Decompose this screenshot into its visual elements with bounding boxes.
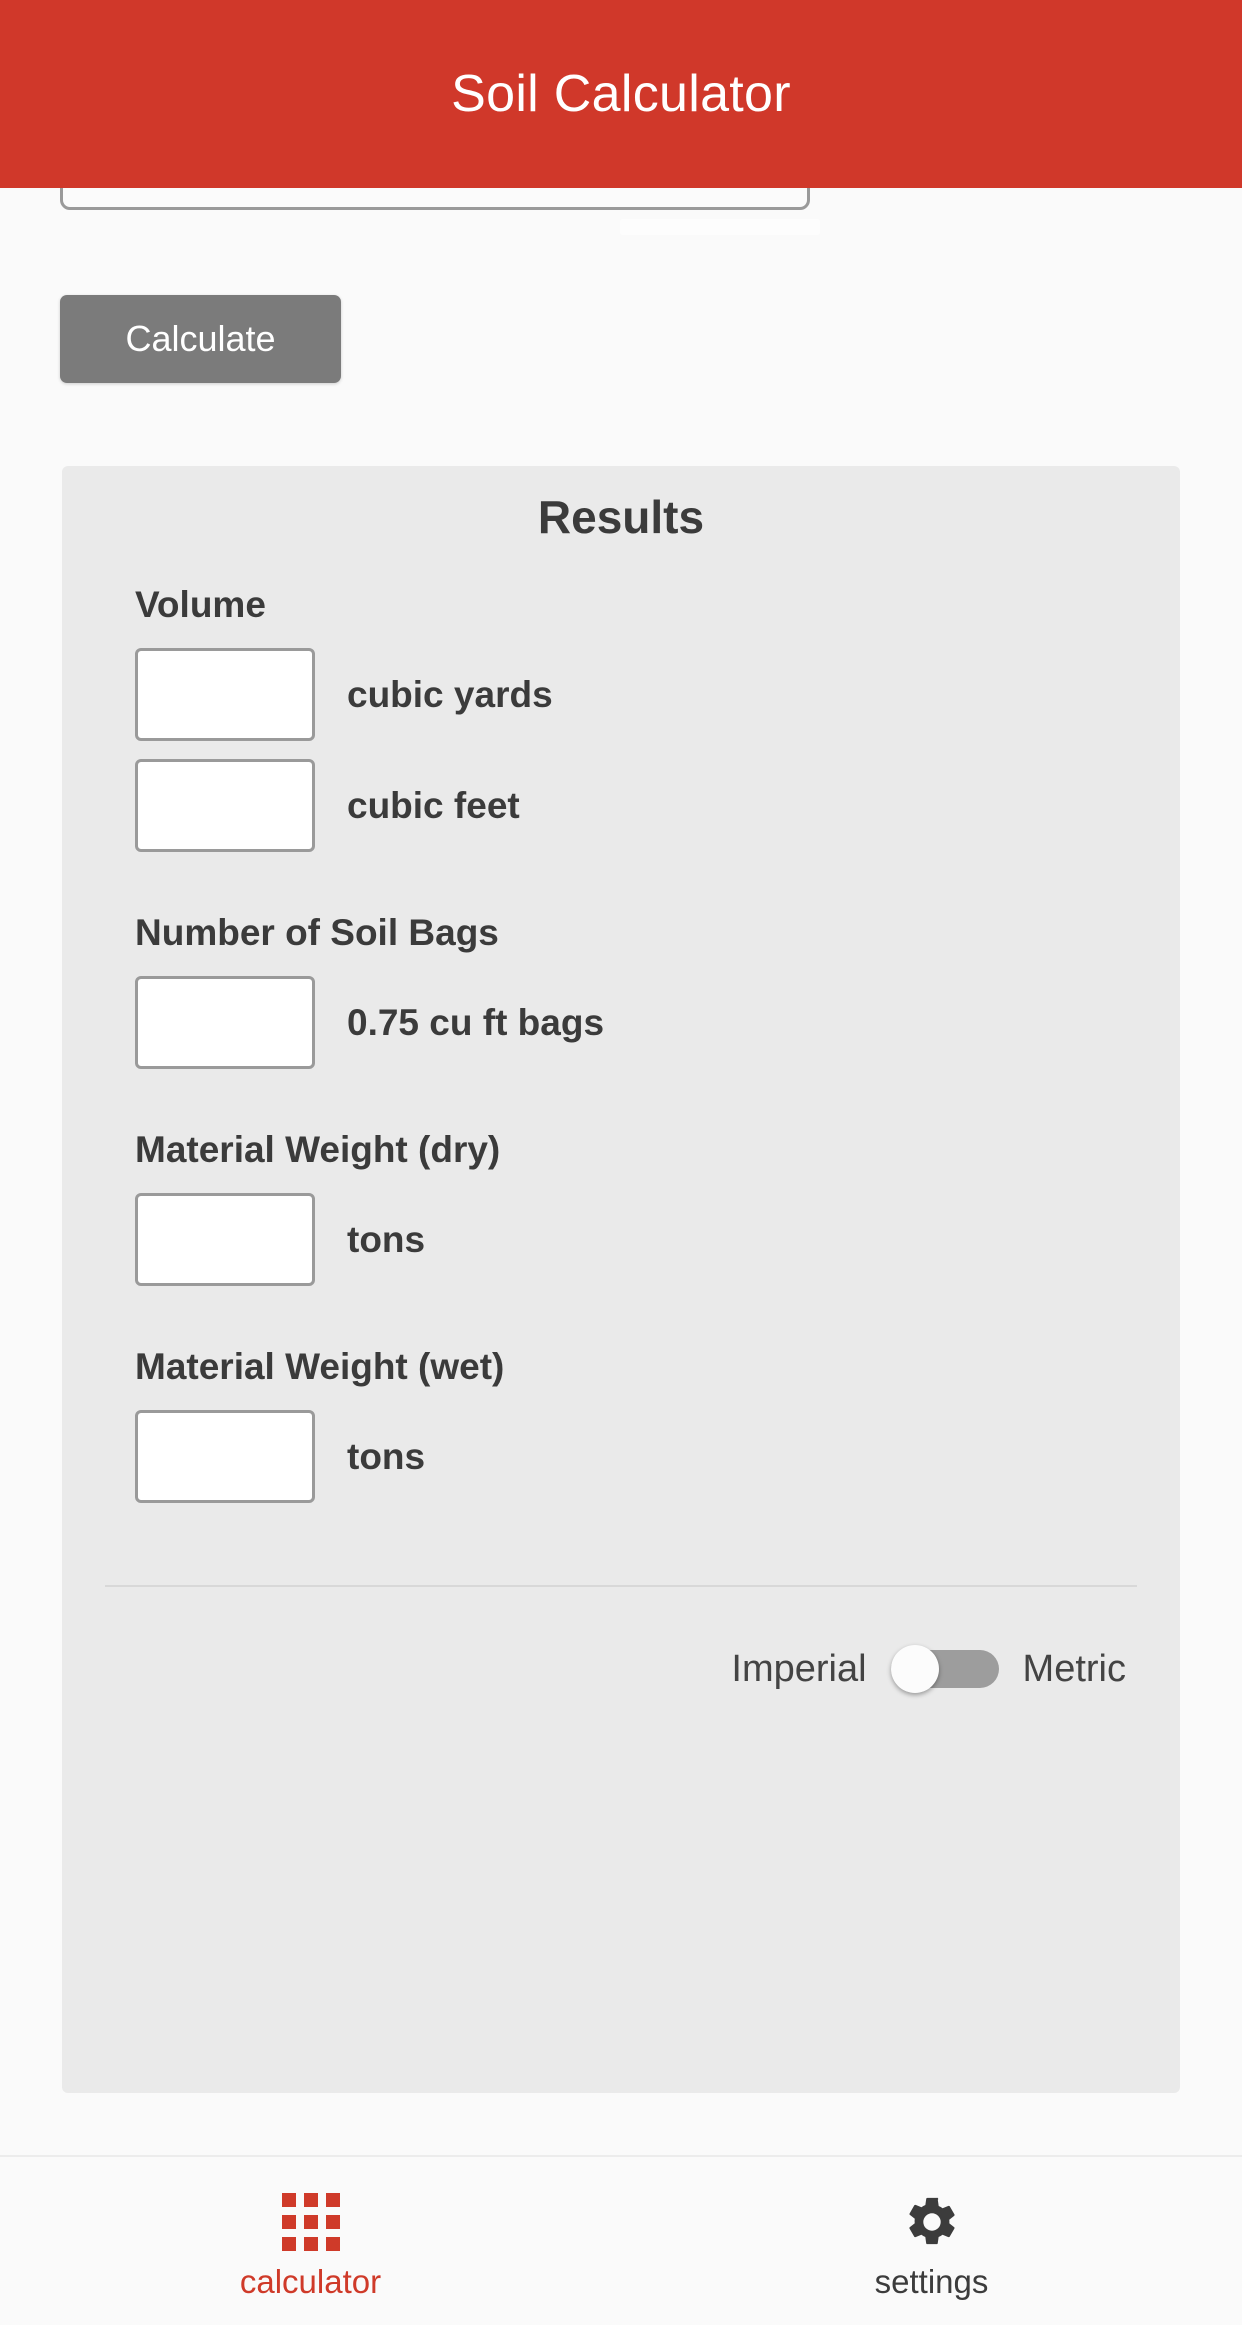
scroll-content: Calculate Results Volume cubic yards cub… bbox=[0, 0, 1242, 2155]
gear-icon bbox=[903, 2191, 961, 2253]
results-panel: Results Volume cubic yards cubic feet Nu… bbox=[62, 466, 1180, 2093]
result-unit-label: cubic feet bbox=[347, 785, 520, 826]
bottom-navigation-bar: calculator settings bbox=[0, 2155, 1242, 2325]
unit-system-toggle-row: Imperial Metric bbox=[62, 1645, 1180, 1693]
toggle-knob[interactable] bbox=[890, 1645, 939, 1693]
result-input-cubic-yards[interactable] bbox=[135, 648, 315, 741]
result-unit-label: tons bbox=[347, 1219, 426, 1260]
result-row-soil-bags: 0.75 cu ft bags bbox=[135, 976, 1140, 1069]
result-input-cubic-feet[interactable] bbox=[135, 759, 315, 852]
results-section-volume: Volume cubic yards cubic feet bbox=[135, 586, 1140, 852]
app-header: Soil Calculator bbox=[0, 0, 1242, 188]
page-title: Soil Calculator bbox=[451, 65, 791, 123]
results-section-weight-wet: Material Weight (wet) tons bbox=[135, 1348, 1140, 1503]
results-section-soil-bags: Number of Soil Bags 0.75 cu ft bags bbox=[135, 914, 1140, 1069]
result-unit-label: cubic yards bbox=[347, 674, 553, 715]
unit-label-imperial[interactable]: Imperial bbox=[731, 1650, 866, 1688]
results-section-weight-dry: Material Weight (dry) tons bbox=[135, 1131, 1140, 1286]
section-label: Number of Soil Bags bbox=[135, 912, 499, 953]
unit-label-metric[interactable]: Metric bbox=[1023, 1650, 1126, 1688]
nav-tab-settings[interactable]: settings bbox=[621, 2157, 1242, 2325]
result-input-weight-dry[interactable] bbox=[135, 1193, 315, 1286]
grid-keypad-icon bbox=[281, 2191, 340, 2253]
divider bbox=[105, 1585, 1137, 1587]
result-input-weight-wet[interactable] bbox=[135, 1410, 315, 1503]
calculate-button[interactable]: Calculate bbox=[60, 295, 341, 383]
result-unit-label: tons bbox=[347, 1436, 426, 1477]
result-row-cubic-feet: cubic feet bbox=[135, 759, 1140, 852]
nav-tab-calculator[interactable]: calculator bbox=[0, 2157, 621, 2325]
ghost-helper-text bbox=[620, 219, 820, 235]
unit-system-toggle[interactable] bbox=[890, 1645, 999, 1693]
section-label: Material Weight (dry) bbox=[135, 1129, 501, 1170]
section-label: Volume bbox=[135, 584, 266, 625]
result-row-weight-dry: tons bbox=[135, 1193, 1140, 1286]
result-unit-label: 0.75 cu ft bags bbox=[347, 1002, 605, 1043]
results-title: Results bbox=[537, 491, 705, 543]
nav-tab-label: settings bbox=[874, 2262, 989, 2300]
result-row-weight-wet: tons bbox=[135, 1410, 1140, 1503]
result-input-soil-bags[interactable] bbox=[135, 976, 315, 1069]
result-row-cubic-yards: cubic yards bbox=[135, 648, 1140, 741]
section-label: Material Weight (wet) bbox=[135, 1346, 505, 1387]
nav-tab-label: calculator bbox=[239, 2262, 382, 2300]
